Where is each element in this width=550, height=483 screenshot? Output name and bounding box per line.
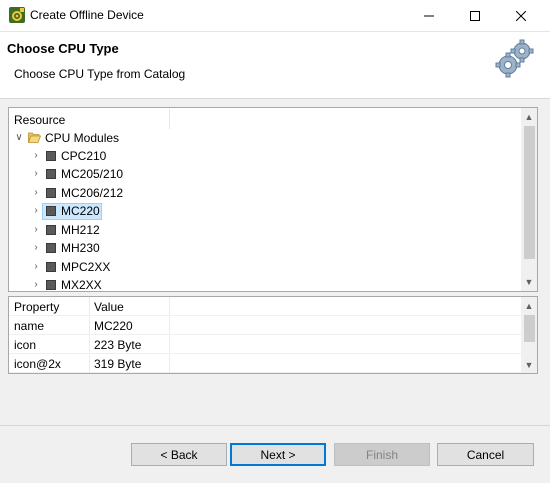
cpu-chip-icon (46, 225, 56, 235)
tree-header: Resource (9, 109, 521, 129)
scroll-up-arrow-icon[interactable]: ▲ (521, 298, 537, 314)
cpu-chip-icon (46, 262, 56, 272)
tree-item-mh230[interactable]: › MH230 (9, 239, 521, 257)
tree-item-label: MH230 (61, 241, 100, 255)
maximize-button[interactable] (452, 0, 498, 31)
chevron-right-icon[interactable]: › (30, 148, 42, 164)
property-column-header[interactable]: Property (14, 300, 59, 314)
folder-open-icon (28, 132, 41, 143)
tree-item-mc220[interactable]: › MC220 (9, 202, 521, 220)
scroll-up-arrow-icon[interactable]: ▲ (521, 109, 537, 125)
property-value: 319 Byte (94, 357, 142, 371)
close-icon (516, 10, 526, 21)
maximize-icon (470, 10, 480, 21)
column-separator[interactable] (169, 109, 170, 129)
tree-item-mpc2xx[interactable]: › MPC2XX (9, 258, 521, 276)
chevron-right-icon[interactable]: › (30, 185, 42, 201)
tree-item-label: MC205/210 (61, 167, 124, 181)
property-name: name (14, 319, 45, 333)
resource-column-header[interactable]: Resource (14, 113, 65, 127)
cpu-chip-icon (46, 243, 56, 253)
resource-tree[interactable]: Resource ∨ CPU Modules › CPC210 › MC205/… (8, 107, 538, 292)
chevron-right-icon[interactable]: › (30, 277, 42, 291)
cpu-chip-icon (46, 280, 56, 290)
page-title: Choose CPU Type (7, 41, 119, 56)
property-header-row: Property Value (9, 297, 521, 316)
back-button[interactable]: < Back (131, 443, 227, 466)
tree-item-label: MPC2XX (61, 260, 111, 274)
cpu-chip-icon (46, 188, 56, 198)
tree-item-mx2xx[interactable]: › MX2XX (9, 276, 521, 292)
next-button[interactable]: Next > (230, 443, 326, 466)
window-title: Create Offline Device (30, 8, 144, 22)
tree-item-label: MX2XX (61, 278, 102, 292)
gears-icon (495, 39, 534, 78)
chevron-right-icon[interactable]: › (30, 259, 42, 275)
footer-divider (0, 425, 550, 426)
tree-item-mh212[interactable]: › MH212 (9, 221, 521, 239)
table-row[interactable]: name MC220 (9, 316, 521, 335)
cpu-chip-icon (46, 206, 56, 216)
chevron-down-icon[interactable]: ∨ (13, 130, 25, 146)
finish-button[interactable]: Finish (334, 443, 430, 466)
scroll-thumb[interactable] (524, 126, 535, 259)
tree-item-mc205-210[interactable]: › MC205/210 (9, 165, 521, 183)
scroll-down-arrow-icon[interactable]: ▼ (521, 357, 537, 373)
tree-root-cpu-modules[interactable]: ∨ CPU Modules (9, 129, 521, 147)
property-value: 223 Byte (94, 338, 142, 352)
property-name: icon@2x (14, 357, 61, 371)
tree-item-label: MC206/212 (61, 186, 124, 200)
scroll-down-arrow-icon[interactable]: ▼ (521, 274, 537, 290)
cpu-chip-icon (46, 169, 56, 179)
cancel-button[interactable]: Cancel (437, 443, 534, 466)
chevron-right-icon[interactable]: › (30, 166, 42, 182)
close-button[interactable] (498, 0, 544, 31)
tree-item-mc206-212[interactable]: › MC206/212 (9, 184, 521, 202)
property-scrollbar[interactable]: ▲ ▼ (521, 297, 537, 373)
tree-item-label: MH212 (61, 223, 100, 237)
property-value: MC220 (94, 319, 133, 333)
cpu-chip-icon (46, 151, 56, 161)
table-row[interactable]: icon@2x 319 Byte (9, 354, 521, 373)
chevron-right-icon[interactable]: › (30, 240, 42, 256)
minimize-icon (424, 15, 434, 16)
wizard-header: Choose CPU Type Choose CPU Type from Cat… (0, 32, 550, 99)
tree-item-label: CPC210 (61, 149, 107, 163)
chevron-right-icon[interactable]: › (30, 203, 42, 219)
tree-item-label: MC220 (61, 204, 100, 218)
page-subtitle: Choose CPU Type from Catalog (14, 67, 186, 81)
tree-scrollbar[interactable]: ▲ ▼ (521, 108, 537, 291)
property-table[interactable]: Property Value name MC220 icon 223 Byte … (8, 296, 538, 374)
chevron-right-icon[interactable]: › (30, 222, 42, 238)
scroll-thumb[interactable] (524, 315, 535, 342)
minimize-button[interactable] (406, 0, 452, 31)
value-column-header[interactable]: Value (94, 300, 124, 314)
table-row[interactable]: icon 223 Byte (9, 335, 521, 354)
title-bar[interactable]: Create Offline Device (0, 0, 550, 32)
property-name: icon (14, 338, 37, 352)
gear-app-icon (9, 7, 25, 23)
tree-item-cpc210[interactable]: › CPC210 (9, 147, 521, 165)
tree-root-label: CPU Modules (45, 131, 120, 145)
